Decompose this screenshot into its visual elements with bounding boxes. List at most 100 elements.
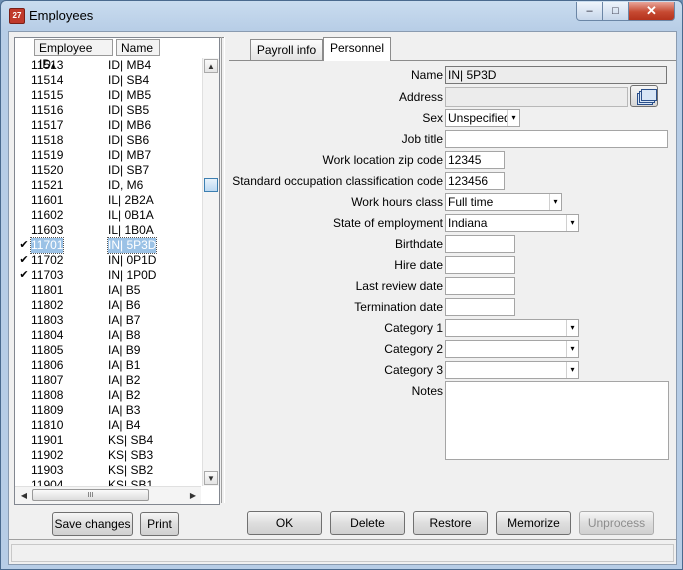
work-hours-label: Work hours class [351,195,443,209]
list-item[interactable]: 11517 ID| MB6 [15,118,201,133]
list-item[interactable]: 11807 IA| B2 [15,373,201,388]
status-panel [11,544,674,562]
category1-dropdown[interactable]: ▾ [445,319,579,337]
hire-date-field[interactable] [445,256,515,274]
list-item[interactable]: 11515 ID| MB5 [15,88,201,103]
employee-id: 11801 [31,283,64,297]
list-item[interactable]: 11521 ID, M6 [15,178,201,193]
employee-id: 11810 [31,418,64,432]
list-item[interactable]: 11808 IA| B2 [15,388,201,403]
list-item[interactable]: 11901 KS| SB4 [15,433,201,448]
list-item[interactable]: 11603 IL| 1B0A [15,223,201,238]
unprocess-button[interactable]: Unprocess [579,511,654,535]
last-review-field[interactable] [445,277,515,295]
checkmark-icon: ✔ [19,239,29,251]
maximize-button[interactable]: □ [602,2,629,21]
scroll-down-arrow-icon[interactable]: ▼ [204,471,218,485]
employee-name: KS| SB3 [108,448,154,462]
list-item[interactable]: 11902 KS| SB3 [15,448,201,463]
chevron-down-icon[interactable]: ▾ [549,194,561,210]
list-item[interactable]: 11903 KS| SB2 [15,463,201,478]
employee-id: 11904 [31,478,64,486]
list-item[interactable]: 11601 IL| 2B2A [15,193,201,208]
list-item[interactable]: 11519 ID| MB7 [15,148,201,163]
list-horizontal-scrollbar[interactable]: ◀ III ▶ [15,486,201,504]
employee-id: 11902 [31,448,64,462]
close-button[interactable]: ✕ [628,2,675,21]
horizontal-scroll-thumb[interactable]: III [32,489,149,501]
soc-field[interactable]: 123456 [445,172,505,190]
print-button[interactable]: Print [140,512,179,536]
chevron-down-icon[interactable]: ▾ [566,215,578,231]
chevron-down-icon[interactable]: ▾ [566,341,578,357]
pane-splitter[interactable] [221,37,225,503]
restore-button[interactable]: Restore [413,511,488,535]
save-changes-button[interactable]: Save changes [52,512,133,536]
list-item[interactable]: 11810 IA| B4 [15,418,201,433]
tab-personnel[interactable]: Personnel [323,37,391,61]
list-item[interactable]: 11801 IA| B5 [15,283,201,298]
zip-field[interactable]: 12345 [445,151,505,169]
ok-button[interactable]: OK [247,511,322,535]
chevron-down-icon[interactable]: ▾ [566,362,578,378]
hire-date-label: Hire date [394,258,443,272]
employee-id: 11517 [31,118,64,132]
employee-name: IN| 5P3D [106,237,158,254]
employee-name: IA| B1 [108,358,141,372]
scroll-left-arrow-icon[interactable]: ◀ [18,489,30,502]
notes-field[interactable] [445,381,669,460]
employee-name: ID| MB4 [108,58,152,72]
notes-label: Notes [411,384,443,398]
list-vertical-scrollbar[interactable]: ▲ ▼ [202,58,219,486]
list-item[interactable]: 11514 ID| SB4 [15,73,201,88]
employees-window: 27 Employees – □ ✕ Employee ID▴ Name 115… [0,0,683,570]
employee-id: 11518 [31,133,64,147]
list-item[interactable]: 11805 IA| B9 [15,343,201,358]
list-item[interactable]: 11804 IA| B8 [15,328,201,343]
employee-list[interactable]: Employee ID▴ Name 11513 ID| MB4 11514 ID| S… [14,37,220,505]
list-item[interactable]: ✔ 11702 IN| 0P1D [15,253,201,268]
employee-id: 11516 [31,103,64,117]
list-item[interactable]: 11602 IL| 0B1A [15,208,201,223]
tab-payroll-info[interactable]: Payroll info [250,39,323,60]
employee-name: IA| B8 [108,328,141,342]
title-bar[interactable]: 27 Employees – □ ✕ [1,1,682,31]
list-item[interactable]: 11513 ID| MB4 [15,58,201,73]
list-item[interactable]: 11809 IA| B3 [15,403,201,418]
scroll-up-arrow-icon[interactable]: ▲ [204,59,218,73]
memorize-button[interactable]: Memorize [496,511,571,535]
category2-dropdown[interactable]: ▾ [445,340,579,358]
employee-name: IA| B9 [108,343,141,357]
delete-button[interactable]: Delete [330,511,405,535]
work-hours-dropdown[interactable]: Full time ▾ [445,193,562,211]
address-book-button[interactable] [630,85,658,107]
list-item[interactable]: 11516 ID| SB5 [15,103,201,118]
birthdate-field[interactable] [445,235,515,253]
address-field[interactable] [445,87,628,107]
list-item[interactable]: 11520 ID| SB7 [15,163,201,178]
scroll-right-arrow-icon[interactable]: ▶ [187,489,199,502]
list-item[interactable]: ✔ 11701 IN| 5P3D [15,237,201,254]
list-item[interactable]: 11802 IA| B6 [15,298,201,313]
state-dropdown[interactable]: Indiana ▾ [445,214,579,232]
employee-name: IN| 1P0D [108,268,157,282]
scroll-thumb[interactable] [204,178,218,192]
employee-id: 11808 [31,388,64,402]
category3-dropdown[interactable]: ▾ [445,361,579,379]
column-header-employee-id[interactable]: Employee ID▴ [34,39,113,71]
status-bar [9,539,676,564]
employee-name: ID| MB6 [108,118,152,132]
termination-field[interactable] [445,298,515,316]
list-item[interactable]: 11803 IA| B7 [15,313,201,328]
list-item[interactable]: 11904 KS| SB1 [15,478,201,486]
minimize-button[interactable]: – [576,2,603,21]
chevron-down-icon[interactable]: ▾ [507,110,519,126]
sex-dropdown[interactable]: Unspecified ▾ [445,109,520,127]
list-item[interactable]: 11806 IA| B1 [15,358,201,373]
list-item[interactable]: 11518 ID| SB6 [15,133,201,148]
name-field[interactable]: IN| 5P3D [445,66,667,84]
column-header-name[interactable]: Name [116,39,160,56]
job-title-field[interactable] [445,130,668,148]
chevron-down-icon[interactable]: ▾ [566,320,578,336]
list-item[interactable]: ✔ 11703 IN| 1P0D [15,268,201,283]
